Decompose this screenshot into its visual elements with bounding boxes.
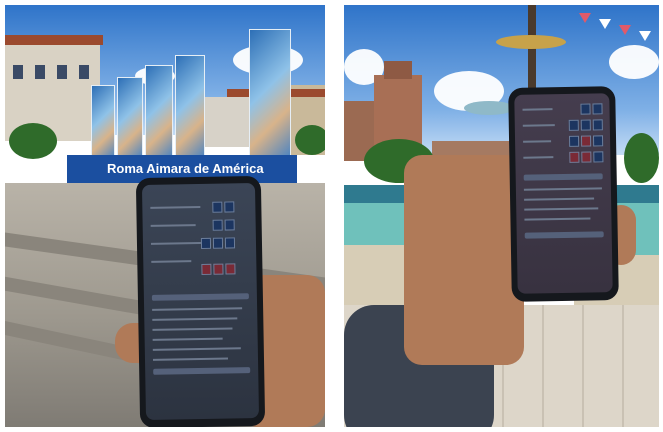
- monument-pillar: [249, 29, 291, 159]
- window: [35, 65, 45, 79]
- monument-pillar: [117, 77, 143, 159]
- screen-row: [151, 260, 192, 263]
- bunting-flag: [619, 25, 631, 35]
- screen-row: [152, 347, 241, 351]
- screen-row: [150, 224, 196, 227]
- tree: [295, 125, 325, 155]
- screen-cell: [212, 201, 223, 213]
- monument-pillar: [175, 55, 205, 159]
- bunting-flag: [639, 31, 651, 41]
- screen-row: [522, 124, 555, 127]
- cloud: [609, 45, 659, 79]
- screen-cell: [224, 201, 235, 213]
- screen-bar: [524, 231, 604, 239]
- screen-cell: [225, 263, 236, 275]
- screen-row: [152, 327, 233, 331]
- bunting-flag: [599, 19, 611, 29]
- screen-row: [523, 156, 554, 159]
- screen-row: [523, 187, 602, 191]
- roof: [5, 35, 103, 45]
- screen-row: [152, 337, 223, 341]
- phone-screen: [514, 93, 613, 294]
- right-photo: [344, 5, 659, 427]
- screen-bar: [523, 173, 603, 181]
- screen-cell: [580, 103, 591, 115]
- screen-cell: [580, 135, 592, 147]
- screen-cell: [592, 103, 603, 115]
- bunting-flag: [579, 13, 591, 23]
- screen-row: [524, 207, 599, 211]
- window: [79, 65, 89, 79]
- screen-cell: [224, 237, 236, 249]
- screen-cell: [568, 135, 580, 147]
- screen-row: [522, 108, 553, 111]
- screen-bar: [153, 367, 251, 375]
- church-tower-top: [384, 61, 412, 79]
- fountain-bowl: [496, 35, 566, 49]
- fountain-bowl: [464, 101, 514, 115]
- hand: [404, 155, 524, 365]
- monument-pillar: [145, 65, 173, 159]
- phone: [508, 86, 619, 302]
- screen-cell: [213, 263, 224, 275]
- tree: [9, 123, 57, 159]
- window: [13, 65, 23, 79]
- screen-row: [152, 357, 229, 361]
- screen-cell: [201, 263, 212, 275]
- screen-cell: [580, 119, 591, 131]
- phone: [135, 175, 266, 427]
- screen-cell: [592, 119, 603, 131]
- sign-text: Roma Aimara de América: [107, 161, 264, 176]
- screen-cell: [212, 219, 223, 231]
- screen-row: [523, 140, 552, 143]
- left-photo: Roma Aimara de América: [5, 5, 325, 427]
- screen-row: [152, 307, 243, 311]
- screen-cell: [568, 119, 579, 131]
- window: [57, 65, 67, 79]
- screen-row: [150, 205, 201, 209]
- screen-cell: [200, 237, 212, 249]
- screen-cell: [593, 151, 604, 163]
- screen-cell: [592, 135, 604, 147]
- screen-bar: [151, 293, 249, 301]
- screen-cell: [212, 237, 224, 249]
- screen-cell: [581, 151, 592, 163]
- screen-row: [524, 217, 591, 221]
- screen-cell: [569, 151, 580, 163]
- monument-pillar: [91, 85, 115, 159]
- phone-screen: [141, 183, 260, 420]
- tree: [624, 133, 659, 183]
- screen-row: [150, 241, 206, 245]
- screen-row: [152, 317, 238, 321]
- screen-cell: [224, 219, 235, 231]
- screen-row: [524, 197, 595, 201]
